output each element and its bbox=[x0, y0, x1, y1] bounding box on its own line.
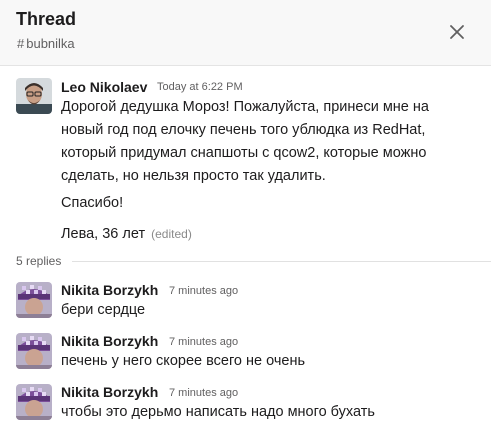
divider-line bbox=[72, 261, 491, 262]
reply-timestamp[interactable]: 7 minutes ago bbox=[169, 336, 238, 348]
message-timestamp[interactable]: Today at 6:22 PM bbox=[157, 81, 243, 93]
reply-author[interactable]: Nikita Borzykh bbox=[61, 282, 158, 298]
reply-body: чтобы это дерьмо написать надо много бух… bbox=[61, 404, 375, 420]
reply-author[interactable]: Nikita Borzykh bbox=[61, 384, 158, 400]
avatar[interactable] bbox=[16, 384, 52, 420]
message-line: который придумал снапшоты с qcow2, котор… bbox=[61, 145, 427, 161]
thread-header: Thread # bubnilka bbox=[0, 0, 491, 66]
message-line: Дорогой дедушка Мороз! Пожалуйста, прине… bbox=[61, 99, 429, 115]
reply-message: Nikita Borzykh 7 minutes ago бери сердце bbox=[0, 278, 491, 324]
channel-link[interactable]: # bubnilka bbox=[17, 36, 75, 51]
replies-divider: 5 replies bbox=[0, 252, 491, 272]
close-icon bbox=[450, 25, 464, 39]
close-button[interactable] bbox=[446, 21, 468, 43]
message-line: сделать, но нельзя просто так удалить. bbox=[61, 168, 326, 184]
reply-author[interactable]: Nikita Borzykh bbox=[61, 333, 158, 349]
reply-message: Nikita Borzykh 7 minutes ago чтобы это д… bbox=[0, 380, 491, 426]
avatar[interactable] bbox=[16, 333, 52, 369]
replies-count: 5 replies bbox=[16, 254, 68, 268]
edited-label: (edited) bbox=[151, 227, 192, 241]
message-thanks: Спасибо! bbox=[61, 195, 124, 211]
message-line: новый год под елочку печень того ублюдка… bbox=[61, 122, 426, 138]
avatar[interactable] bbox=[16, 282, 52, 318]
channel-hash: # bbox=[17, 36, 25, 51]
reply-timestamp[interactable]: 7 minutes ago bbox=[169, 387, 238, 399]
reply-timestamp[interactable]: 7 minutes ago bbox=[169, 285, 238, 297]
message-signature: Лева, 36 лет (edited) bbox=[61, 223, 192, 246]
message-body: Дорогой дедушка Мороз! Пожалуйста, прине… bbox=[61, 96, 429, 188]
reply-body: бери сердце bbox=[61, 302, 146, 318]
signature-text: Лева, 36 лет bbox=[61, 226, 146, 242]
thread-title: Thread bbox=[16, 9, 77, 29]
channel-name: bubnilka bbox=[26, 36, 75, 51]
parent-message: Leo Nikolaev Today at 6:22 PM Дорогой де… bbox=[0, 66, 491, 246]
reply-message: Nikita Borzykh 7 minutes ago печень у не… bbox=[0, 329, 491, 375]
reply-body: печень у него скорее всего не очень bbox=[61, 353, 306, 369]
message-author[interactable]: Leo Nikolaev bbox=[61, 79, 147, 95]
avatar[interactable] bbox=[16, 78, 52, 114]
